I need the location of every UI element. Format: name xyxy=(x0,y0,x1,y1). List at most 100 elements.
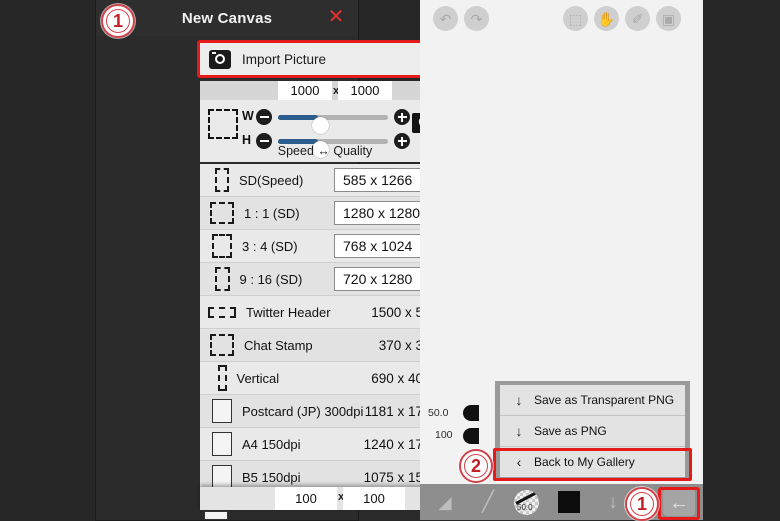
custom-height-value[interactable]: 100 xyxy=(343,487,405,510)
import-picture-highlight: Import Picture xyxy=(197,40,449,78)
preset-row[interactable]: 9 : 16 (SD) 720 x 1280 xyxy=(200,263,450,296)
preset-label: 1 : 1 (SD) xyxy=(244,205,300,221)
menu-item-save-transparent-png[interactable]: ↓ Save as Transparent PNG xyxy=(500,385,685,416)
height-slider-fill xyxy=(278,138,318,144)
paintbrush-icon[interactable]: ╱ xyxy=(475,490,501,514)
preset-row[interactable]: A4 150dpi 1240 x 1754 xyxy=(200,428,450,461)
width-decrease-button[interactable] xyxy=(256,109,272,125)
preset-row[interactable]: SD(Speed) 585 x 1266 xyxy=(200,164,450,197)
preset-row[interactable]: Chat Stamp 370 x 320 xyxy=(200,329,450,362)
preset-thumbnail-icon xyxy=(212,234,232,258)
preset-label: A4 150dpi xyxy=(242,436,301,452)
speed-quality-label: Speed ↔ Quality xyxy=(277,144,373,158)
brush-indicator-group: 50.0 100 xyxy=(425,404,485,452)
preset-row[interactable]: Twitter Header 1500 x 500 xyxy=(200,296,450,329)
badge-ring xyxy=(630,492,654,516)
preset-label: Chat Stamp xyxy=(244,337,313,353)
back-button[interactable]: ← xyxy=(663,489,695,516)
new-canvas-dialog-panel: New Canvas ✕ Import Picture 1000 x 1000 … xyxy=(96,0,454,520)
top-toolbar: ↶ ↷ ⬚ ✋ ✐ ▣ xyxy=(420,0,703,36)
preset-thumbnail-icon xyxy=(210,334,234,356)
preset-row[interactable]: Postcard (JP) 300dpi 1181 x 1748 xyxy=(200,395,450,428)
preset-label: Twitter Header xyxy=(246,304,331,320)
brush-size-arc xyxy=(463,405,479,421)
badge-ring xyxy=(106,9,130,33)
brush-size-icon[interactable]: 50.0 xyxy=(514,490,540,515)
transform-hand-icon[interactable]: ✋ xyxy=(594,6,619,31)
callout-badge-2: 2 xyxy=(459,449,493,483)
down-arrow-icon[interactable]: ↓ xyxy=(600,490,626,514)
preset-row[interactable]: 1 : 1 (SD) 1280 x 1280 xyxy=(200,197,450,230)
callout-badge-1-right: 1 xyxy=(625,487,659,521)
brush-opacity-value: 100 xyxy=(435,429,453,441)
menu-item-back-to-my-gallery[interactable]: ‹ Back to My Gallery xyxy=(500,447,685,477)
save-menu-popup: ↓ Save as Transparent PNG ↓ Save as PNG … xyxy=(495,381,690,481)
width-increase-button[interactable] xyxy=(394,109,410,125)
width-slider-fill xyxy=(278,114,318,120)
menu-item-label: Save as PNG xyxy=(534,424,607,438)
import-picture-button[interactable]: Import Picture xyxy=(200,43,446,75)
pen-edit-icon[interactable]: ✐ xyxy=(625,6,650,31)
preset-label: Postcard (JP) 300dpi xyxy=(242,403,364,419)
preset-row[interactable]: 3 : 4 (SD) 768 x 1024 xyxy=(200,230,450,263)
canvas-preset-list[interactable]: SD(Speed) 585 x 1266 1 : 1 (SD) 1280 x 1280… xyxy=(200,164,450,489)
select-glyph: ⬚ xyxy=(568,10,583,27)
image-layer-icon[interactable]: ▣ xyxy=(656,6,681,31)
height-slider-track[interactable] xyxy=(278,138,388,158)
menu-item-label: Save as Transparent PNG xyxy=(534,393,675,407)
brush-size-value: 50.0 xyxy=(428,407,449,419)
redo-arrow-icon[interactable]: ↷ xyxy=(464,6,489,31)
page-title: New Canvas xyxy=(181,10,273,27)
canvas-width-value[interactable]: 1000 xyxy=(278,81,332,100)
back-glyph: ← xyxy=(669,491,689,514)
preset-thumbnail-icon xyxy=(215,168,229,192)
eraser-glyph: ◢ xyxy=(438,492,452,512)
preset-row-partial xyxy=(204,511,228,520)
brush-glyph: ╱ xyxy=(481,491,495,513)
custom-width-value[interactable]: 100 xyxy=(275,487,337,510)
callout-badge-1-left: 1 xyxy=(101,4,135,38)
transform-glyph: ✋ xyxy=(597,10,616,27)
preset-label: 3 : 4 (SD) xyxy=(242,238,298,254)
preset-thumbnail-icon xyxy=(208,306,236,318)
canvas-app-panel: ↶ ↷ ⬚ ✋ ✐ ▣ 50.0 100 ↓ Save as Transpare… xyxy=(420,0,703,520)
preset-thumbnail-icon xyxy=(214,267,230,291)
close-icon[interactable]: ✕ xyxy=(326,7,346,28)
undo-arrow-icon[interactable]: ↶ xyxy=(433,6,458,31)
canvas-height-value[interactable]: 1000 xyxy=(338,81,392,100)
camera-icon xyxy=(209,49,231,69)
preset-label: SD(Speed) xyxy=(239,172,304,188)
preset-label: B5 150dpi xyxy=(242,469,301,485)
color-swatch-icon[interactable] xyxy=(558,490,584,514)
menu-item-save-png[interactable]: ↓ Save as PNG xyxy=(500,416,685,447)
download-arrow-icon: ↓ xyxy=(515,392,523,408)
redo-glyph: ↷ xyxy=(470,10,483,27)
preset-thumbnail-icon xyxy=(212,399,232,423)
brush-opacity-arc xyxy=(463,428,479,444)
preset-thumbnail-icon xyxy=(212,432,232,456)
preset-row[interactable]: B5 150dpi 1075 x 1518 xyxy=(200,461,450,489)
menu-item-label: Back to My Gallery xyxy=(534,455,635,469)
layer-glyph: ▣ xyxy=(661,10,676,27)
selection-marquee-icon[interactable]: ⬚ xyxy=(563,6,588,31)
width-slider-track[interactable] xyxy=(278,114,388,134)
preset-thumbnail-icon xyxy=(212,465,232,489)
dialog-titlebar: New Canvas ✕ xyxy=(96,0,358,36)
width-slider-label: W xyxy=(242,109,254,123)
back-arrow-icon[interactable]: ← xyxy=(663,489,695,516)
brush-size-swatch: 50.0 xyxy=(514,490,539,515)
badge-ring xyxy=(464,454,488,478)
eraser-icon[interactable]: ◢ xyxy=(432,490,458,514)
pen-glyph: ✐ xyxy=(631,10,644,27)
brush-size-swatch-value: 50.0 xyxy=(517,503,533,512)
aspect-preview-box xyxy=(208,109,238,139)
preset-row[interactable]: Vertical 690 x 4096 xyxy=(200,362,450,395)
size-slider-block: W H OK Speed ↔ Quality xyxy=(200,100,450,162)
canvas-size-display: 1000 x 1000 xyxy=(200,81,450,100)
chevron-left-icon: ‹ xyxy=(516,454,522,470)
download-glyph: ↓ xyxy=(608,491,618,513)
screenshot-stage: New Canvas ✕ Import Picture 1000 x 1000 … xyxy=(0,0,780,521)
undo-glyph: ↶ xyxy=(439,10,452,27)
preset-label: 9 : 16 (SD) xyxy=(239,271,303,287)
preset-label: Vertical xyxy=(236,370,280,386)
